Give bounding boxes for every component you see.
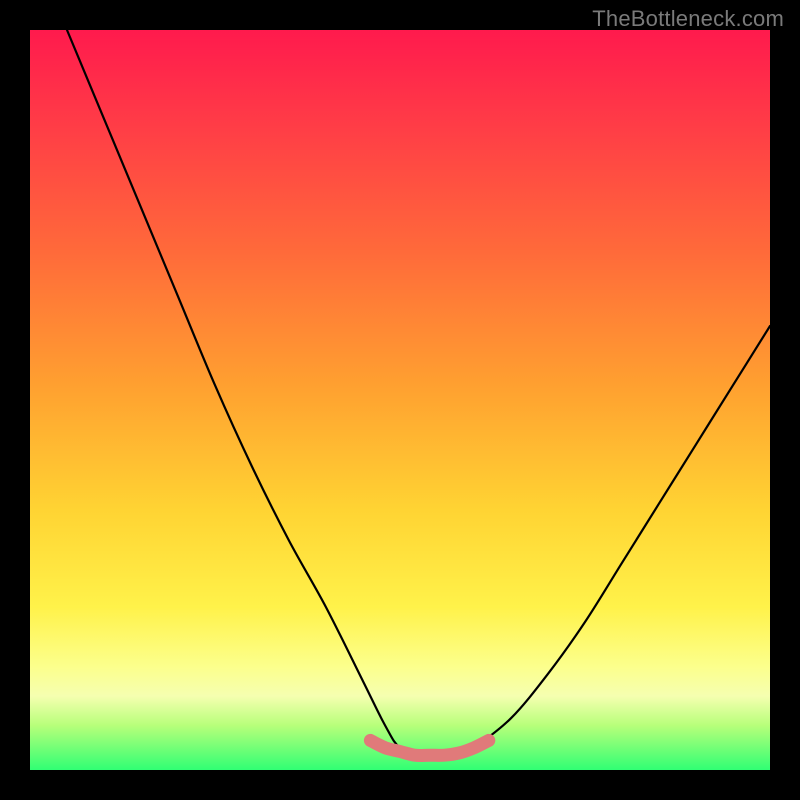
chart-frame: TheBottleneck.com (0, 0, 800, 800)
sweet-spot-marker (370, 740, 488, 755)
curve-svg (30, 30, 770, 770)
plot-area (30, 30, 770, 770)
watermark-label: TheBottleneck.com (592, 6, 784, 32)
bottleneck-curve-line (67, 30, 770, 756)
